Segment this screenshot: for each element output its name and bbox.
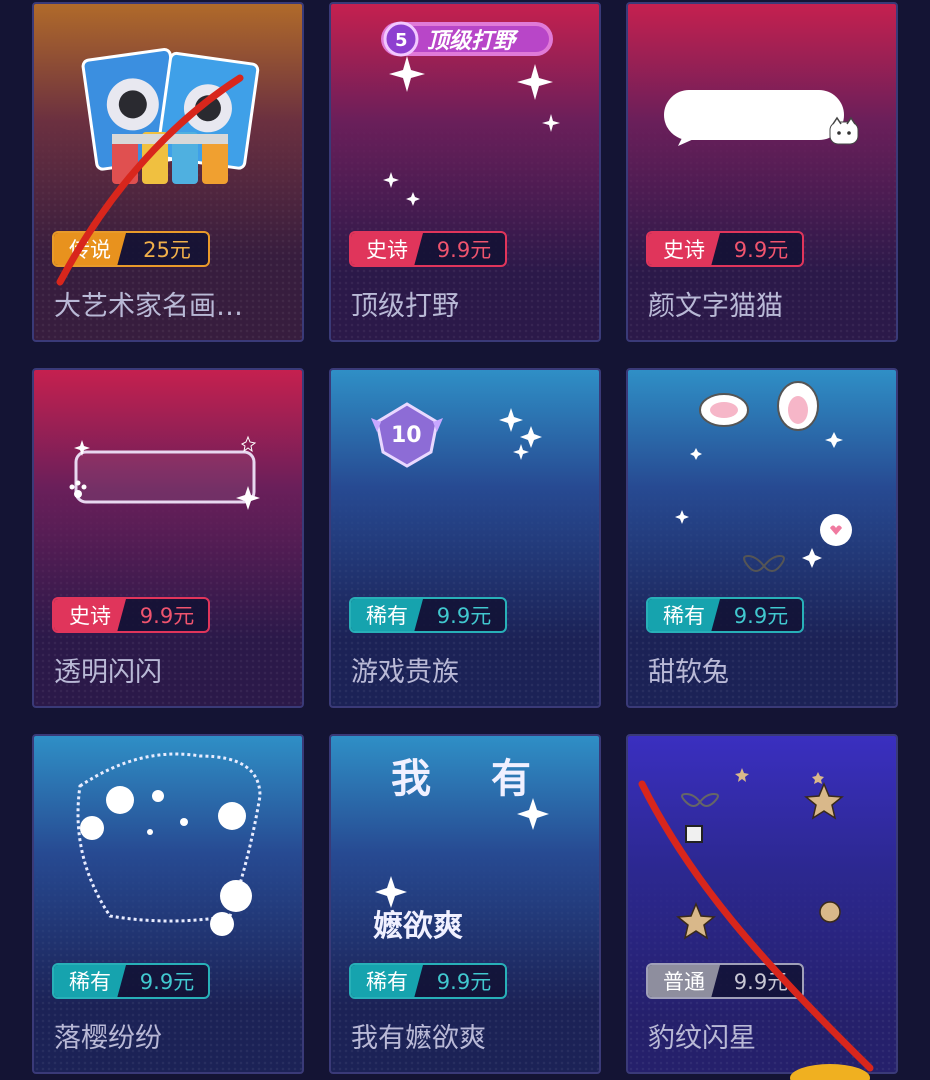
item-name: 甜软兔 — [648, 657, 729, 688]
item-card-leopard-star[interactable]: 普通 9.9元 豹纹闪星 — [626, 734, 898, 1074]
item-preview-sakura-frame — [34, 736, 302, 956]
rarity-label: 稀有 — [648, 599, 720, 631]
rarity-label: 稀有 — [54, 965, 126, 997]
item-name: 颜文字猫猫 — [648, 291, 783, 322]
item-card-transparent-sparkle[interactable]: 史诗 9.9元 透明闪闪 — [32, 368, 304, 708]
item-preview-bunny-ears — [628, 370, 896, 590]
preview-text-you: 有 — [491, 755, 531, 802]
price-label: 9.9元 — [139, 604, 195, 628]
item-preview-leopard-stars — [628, 736, 896, 956]
item-card-soft-bunny[interactable]: 稀有 9.9元 甜软兔 — [626, 368, 898, 708]
rarity-label: 普通 — [648, 965, 720, 997]
price-label: 9.9元 — [733, 604, 789, 628]
rarity-price-badge: 史诗 9.9元 — [349, 231, 507, 267]
jungle-banner-text: 顶级打野 — [427, 28, 519, 54]
level-number: 10 — [391, 423, 422, 448]
rarity-label: 史诗 — [54, 599, 126, 631]
item-name: 我有嬷欲爽 — [351, 1023, 486, 1054]
preview-text-wo: 我 — [391, 755, 431, 802]
item-preview-level-badge: 10 — [331, 370, 599, 590]
item-card-masterpiece[interactable]: 传说 25元 大艺术家名画… — [32, 2, 304, 342]
item-preview-transparent-frame — [34, 370, 302, 590]
item-preview-jungle-banner: 5 顶级打野 — [331, 4, 599, 224]
item-name: 落樱纷纷 — [54, 1023, 162, 1054]
item-name: 顶级打野 — [351, 291, 459, 322]
item-preview-text-frame: 我 有 嬷欲爽 — [331, 736, 599, 956]
price-label: 9.9元 — [733, 970, 789, 994]
price-label: 9.9元 — [436, 604, 492, 628]
item-preview-card-pack — [34, 4, 302, 224]
item-name: 透明闪闪 — [54, 657, 162, 688]
rarity-price-badge: 传说 25元 — [52, 231, 210, 267]
rarity-label: 稀有 — [351, 599, 423, 631]
rarity-price-badge: 史诗 9.9元 — [52, 597, 210, 633]
item-preview-kaomoji-bubble — [628, 4, 896, 224]
item-name: 豹纹闪星 — [648, 1023, 756, 1054]
bubble-frame-grid: 传说 25元 大艺术家名画… 5 顶级打野 史诗 9.9元 顶级打野 史诗 9.… — [0, 0, 930, 1080]
preview-text-line2: 嬷欲爽 — [373, 909, 463, 944]
item-name: 游戏贵族 — [351, 657, 459, 688]
price-label: 9.9元 — [733, 238, 789, 262]
rarity-price-badge: 史诗 9.9元 — [646, 231, 804, 267]
rarity-label: 史诗 — [648, 233, 720, 265]
item-card-game-noble[interactable]: 10 稀有 9.9元 游戏贵族 — [329, 368, 601, 708]
rarity-label: 史诗 — [351, 233, 423, 265]
price-label: 25元 — [143, 238, 191, 262]
item-name: 大艺术家名画… — [54, 291, 243, 322]
rarity-label: 传说 — [54, 233, 126, 265]
svg-text:5: 5 — [395, 30, 408, 51]
rarity-price-badge: 普通 9.9元 — [646, 963, 804, 999]
rarity-price-badge: 稀有 9.9元 — [646, 597, 804, 633]
rarity-label: 稀有 — [351, 965, 423, 997]
price-label: 9.9元 — [436, 238, 492, 262]
price-label: 9.9元 — [139, 970, 195, 994]
item-card-kaomoji-cat[interactable]: 史诗 9.9元 颜文字猫猫 — [626, 2, 898, 342]
item-card-falling-sakura[interactable]: 稀有 9.9元 落樱纷纷 — [32, 734, 304, 1074]
rarity-price-badge: 稀有 9.9元 — [349, 963, 507, 999]
item-card-text-frame[interactable]: 我 有 嬷欲爽 稀有 9.9元 我有嬷欲爽 — [329, 734, 601, 1074]
rarity-price-badge: 稀有 9.9元 — [52, 963, 210, 999]
price-label: 9.9元 — [436, 970, 492, 994]
rarity-price-badge: 稀有 9.9元 — [349, 597, 507, 633]
item-card-top-jungler[interactable]: 5 顶级打野 史诗 9.9元 顶级打野 — [329, 2, 601, 342]
